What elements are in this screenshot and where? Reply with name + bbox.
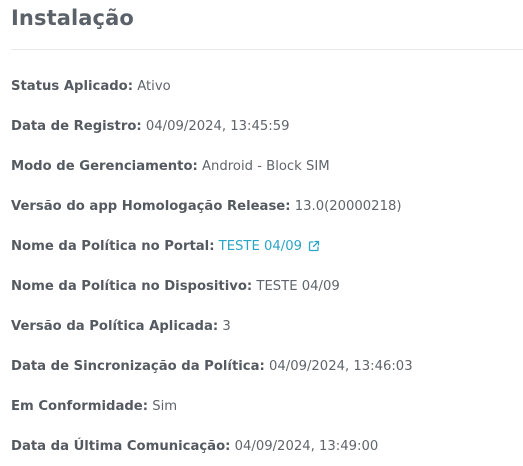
field-management-mode: Modo de Gerenciamento: Android - Block S… bbox=[11, 156, 521, 196]
field-label: Em Conformidade: bbox=[11, 399, 149, 414]
field-value: Android - Block SIM bbox=[202, 159, 330, 174]
field-value: 13.0(20000218) bbox=[294, 199, 402, 214]
field-value: TESTE 04/09 bbox=[256, 279, 340, 294]
field-value: Sim bbox=[152, 399, 178, 414]
field-device-policy: Nome da Política no Dispositivo: TESTE 0… bbox=[11, 276, 521, 316]
field-policy-version: Versão da Política Aplicada: 3 bbox=[11, 316, 521, 356]
field-value: 04/09/2024, 13:45:59 bbox=[145, 119, 290, 134]
field-status: Status Aplicado: Ativo bbox=[11, 76, 521, 116]
external-link-icon[interactable] bbox=[308, 240, 320, 252]
field-registration-date: Data de Registro: 04/09/2024, 13:45:59 bbox=[11, 116, 521, 156]
field-value: 04/09/2024, 13:46:03 bbox=[268, 359, 413, 374]
field-value: 04/09/2024, 13:49:00 bbox=[234, 439, 379, 454]
installation-details: Status Aplicado: Ativo Data de Registro:… bbox=[11, 76, 521, 466]
field-app-version: Versão do app Homologação Release: 13.0(… bbox=[11, 196, 521, 236]
field-value: Ativo bbox=[137, 79, 171, 94]
section-title: Instalação bbox=[11, 6, 134, 30]
portal-policy-link[interactable]: TESTE 04/09 bbox=[219, 239, 302, 254]
field-portal-policy: Nome da Política no Portal: TESTE 04/09 bbox=[11, 236, 521, 276]
field-label: Data da Última Comunicação: bbox=[11, 439, 231, 454]
field-last-communication: Data da Última Comunicação: 04/09/2024, … bbox=[11, 436, 521, 466]
field-label: Status Aplicado: bbox=[11, 79, 134, 94]
field-compliance: Em Conformidade: Sim bbox=[11, 396, 521, 436]
field-label: Versão da Política Aplicada: bbox=[11, 319, 219, 334]
field-policy-sync-date: Data de Sincronização da Política: 04/09… bbox=[11, 356, 521, 396]
installation-panel: Instalação Status Aplicado: Ativo Data d… bbox=[0, 0, 523, 466]
field-label: Versão do app Homologação Release: bbox=[11, 199, 291, 214]
field-label: Data de Sincronização da Política: bbox=[11, 359, 265, 374]
field-label: Data de Registro: bbox=[11, 119, 142, 134]
field-value: 3 bbox=[222, 319, 231, 334]
section-divider bbox=[11, 49, 523, 50]
field-label: Modo de Gerenciamento: bbox=[11, 159, 198, 174]
field-label: Nome da Política no Dispositivo: bbox=[11, 279, 253, 294]
field-label: Nome da Política no Portal: bbox=[11, 239, 215, 254]
